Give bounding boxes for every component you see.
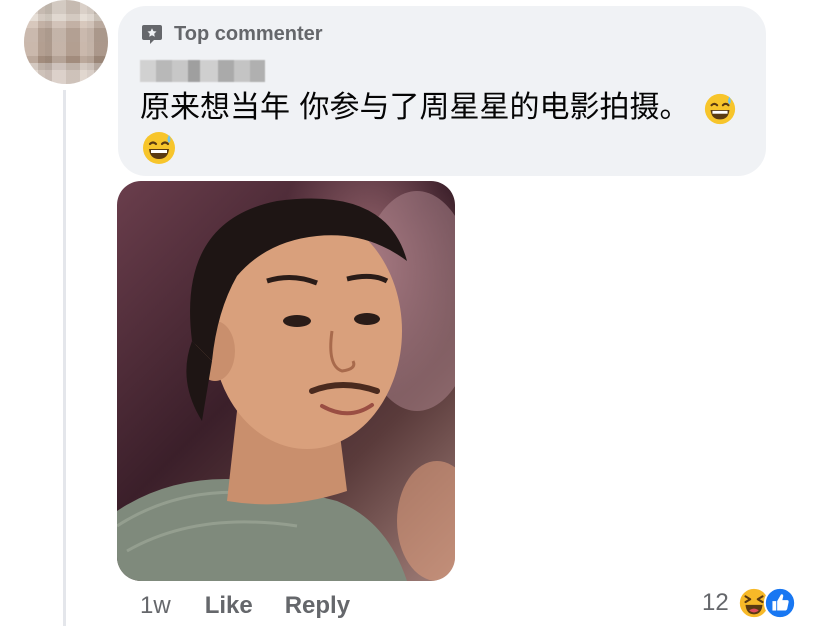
reaction-summary[interactable]: 12 <box>702 586 797 620</box>
reply-button[interactable]: Reply <box>285 592 350 620</box>
comment-photo[interactable] <box>117 181 455 581</box>
avatar-pixelation <box>24 0 108 84</box>
comment-timestamp[interactable]: 1w <box>140 592 171 620</box>
reaction-count: 12 <box>702 589 729 616</box>
badge-label: Top commenter <box>174 22 323 45</box>
photo-illustration <box>117 191 455 581</box>
top-commenter-badge: Top commenter <box>140 22 323 46</box>
top-commenter-badge-icon <box>142 25 162 44</box>
commenter-avatar[interactable] <box>24 0 108 84</box>
comment-text: 原来想当年 你参与了周星星的电影拍摄。 <box>140 86 750 130</box>
commenter-name-blurred[interactable] <box>140 60 265 82</box>
like-reaction-icon <box>763 586 796 620</box>
comment-footer: 1w Like Reply <box>140 592 382 620</box>
grinning-sweat-emoji-icon <box>704 93 736 124</box>
comment-body: 原来想当年 你参与了周星星的电影拍摄。 <box>140 90 690 125</box>
grinning-sweat-emoji-icon <box>143 132 175 164</box>
reply-thread-line <box>63 90 66 626</box>
like-button[interactable]: Like <box>205 592 253 620</box>
